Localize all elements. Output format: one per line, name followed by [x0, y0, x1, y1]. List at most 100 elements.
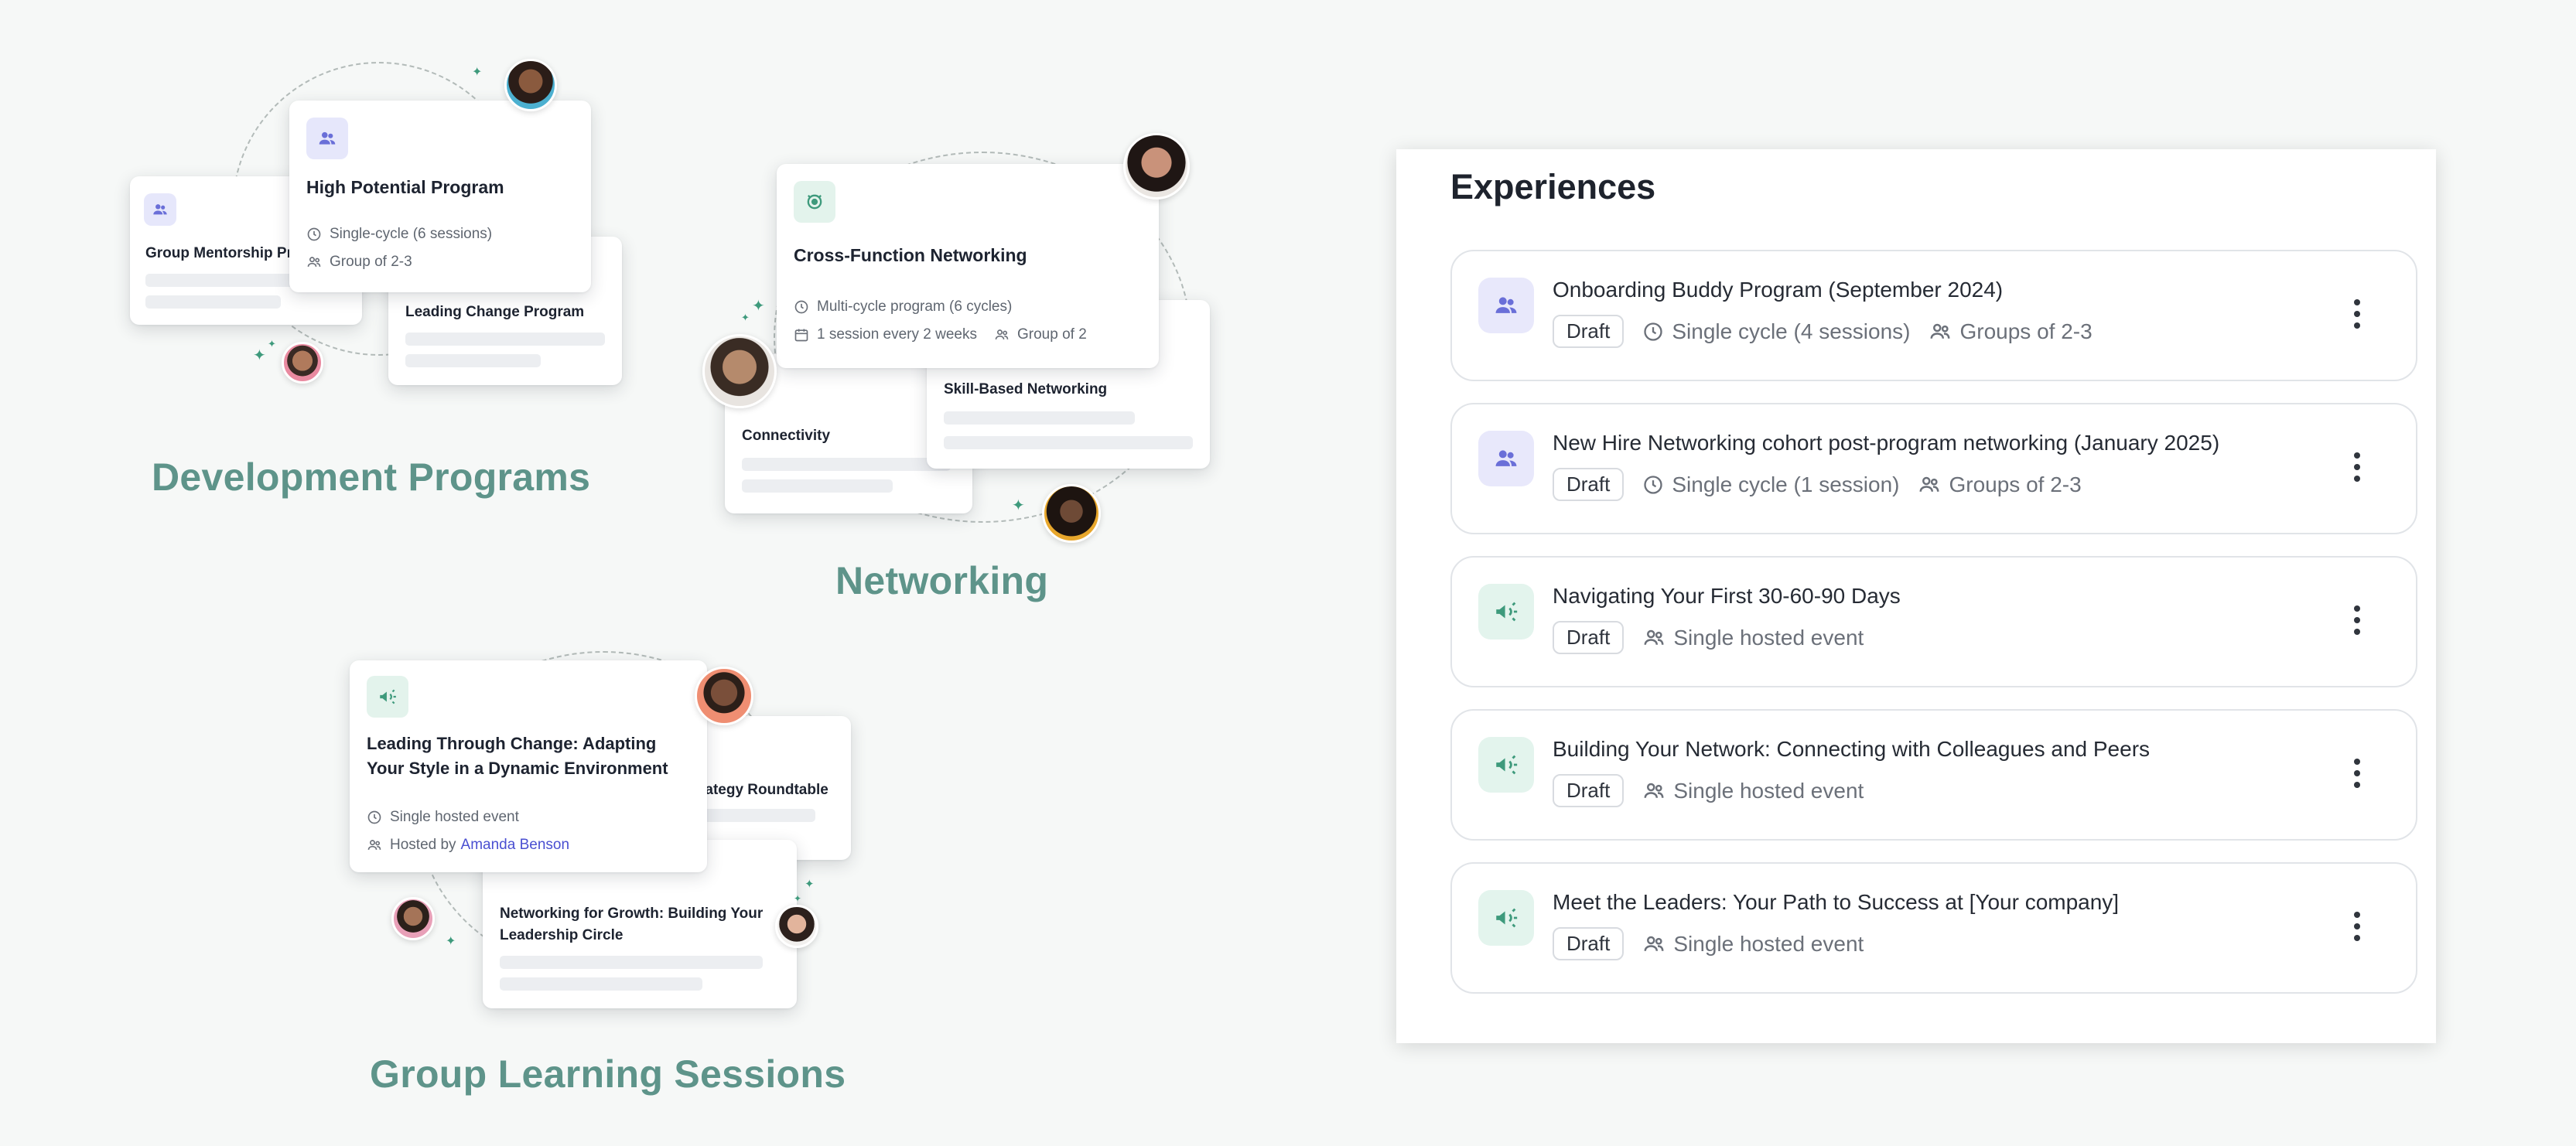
people-icon	[1478, 431, 1534, 486]
people-outline-icon	[307, 257, 321, 267]
section-label: Development Programs	[152, 455, 591, 499]
skeleton-line	[944, 411, 1135, 425]
cycle-meta: Single-cycle (6 sessions)	[306, 226, 492, 243]
status-badge: Draft	[1553, 774, 1625, 807]
experiences-panel: Experiences Onboarding Buddy Program (Se…	[1396, 149, 2436, 1043]
networking-icon	[794, 181, 835, 223]
event-text: Single hosted event	[1673, 931, 1864, 956]
skeleton-line	[145, 295, 281, 309]
group-meta: Groups of 2-3	[1918, 472, 2082, 497]
people-outline-icon	[1930, 323, 1950, 339]
avatar	[282, 342, 323, 384]
panel-title: Experiences	[1450, 167, 1656, 206]
experience-title: New Hire Networking cohort post-program …	[1553, 431, 2220, 455]
skeleton-line	[944, 436, 1193, 449]
skeleton-line	[699, 809, 815, 822]
event-meta: Single hosted event	[1642, 626, 1864, 650]
high-potential-card[interactable]: High Potential Program Single-cycle (6 s…	[289, 101, 591, 292]
status-badge: Draft	[1553, 927, 1625, 960]
more-options-icon[interactable]	[2352, 605, 2362, 635]
experience-title: Onboarding Buddy Program (September 2024…	[1553, 278, 2004, 302]
status-badge: Draft	[1553, 621, 1625, 654]
experience-row[interactable]: Building Your Network: Connecting with C…	[1450, 709, 2417, 841]
cross-function-card[interactable]: Cross-Function Networking Multi-cycle pr…	[777, 164, 1159, 368]
more-options-icon[interactable]	[2352, 299, 2362, 329]
sparkle-icon: ✦	[752, 298, 765, 315]
card-title: Networking for Growth: Building Your Lea…	[500, 906, 764, 943]
cycle-text: Multi-cycle program (6 cycles)	[817, 298, 1013, 315]
cycle-meta: Multi-cycle program (6 cycles)	[794, 298, 1012, 315]
experience-row[interactable]: Navigating Your First 30-60-90 Days Draft…	[1450, 556, 2417, 687]
card-title: High Potential Program	[306, 177, 504, 197]
experience-row[interactable]: New Hire Networking cohort post-program …	[1450, 403, 2417, 534]
avatar	[1042, 484, 1101, 543]
sparkle-icon: ✦	[472, 66, 483, 79]
avatar	[1123, 133, 1190, 200]
people-outline-icon	[995, 329, 1009, 339]
group-text: Group of 2-3	[330, 254, 412, 270]
megaphone-icon	[1478, 737, 1534, 793]
avatar	[504, 59, 557, 111]
card-title: Skill-Based Networking	[944, 381, 1108, 397]
people-outline-icon	[1644, 936, 1664, 951]
section-label: Networking	[835, 559, 1049, 602]
sparkle-icon: ✦	[805, 878, 815, 891]
event-meta: Single hosted event	[1642, 779, 1864, 803]
calendar-icon	[794, 329, 808, 342]
hosted-by-text: Hosted by	[390, 837, 456, 853]
skeleton-line	[742, 458, 951, 471]
people-icon	[1478, 278, 1534, 333]
people-icon	[144, 193, 176, 226]
event-meta: Single hosted event	[367, 809, 519, 826]
megaphone-icon	[367, 676, 408, 718]
skeleton-line	[500, 956, 763, 969]
frequency-meta: 1 session every 2 weeks Group of 2	[794, 326, 1087, 343]
experience-meta: Draft Single cycle (4 sessions) Groups of …	[1553, 315, 2093, 348]
event-meta: Single hosted event	[1642, 932, 1864, 957]
skeleton-line	[405, 333, 605, 346]
event-text: Single hosted event	[1673, 778, 1864, 803]
experience-meta: Draft Single hosted event	[1553, 774, 1864, 807]
people-outline-icon	[1644, 629, 1664, 645]
avatar	[695, 667, 753, 725]
leading-through-change-card[interactable]: Leading Through Change: Adapting Your St…	[350, 660, 707, 872]
experience-row[interactable]: Onboarding Buddy Program (September 2024…	[1450, 250, 2417, 381]
sparkle-icon: ✦	[253, 347, 266, 364]
sparkle-icon: ✦	[268, 338, 276, 350]
more-options-icon[interactable]	[2352, 452, 2362, 482]
people-outline-icon	[1919, 476, 1939, 492]
more-options-icon[interactable]	[2352, 759, 2362, 788]
people-outline-icon	[1644, 783, 1664, 798]
event-text: Single hosted event	[390, 809, 519, 825]
cycle-text: Single cycle (1 session)	[1672, 472, 1900, 496]
card-title: Cross-Function Networking	[794, 245, 1027, 265]
card-title: Connectivity	[742, 428, 831, 444]
cycle-meta: Single cycle (1 session)	[1642, 472, 1899, 497]
skeleton-line	[742, 479, 893, 493]
card-title: rategy Roundtable	[699, 782, 828, 798]
sparkle-icon: ✦	[741, 312, 750, 323]
avatar	[775, 905, 818, 948]
group-text: Groups of 2-3	[1959, 319, 2093, 343]
group-meta: Groups of 2-3	[1929, 319, 2093, 344]
megaphone-icon	[1478, 890, 1534, 946]
more-options-icon[interactable]	[2352, 912, 2362, 941]
sparkle-icon: ✦	[446, 935, 456, 948]
section-label: Group Learning Sessions	[370, 1052, 846, 1096]
skeleton-line	[500, 977, 702, 991]
host-meta: Hosted by Amanda Benson	[367, 837, 569, 854]
cycle-meta: Single cycle (4 sessions)	[1642, 319, 1910, 344]
card-title: Leading Through Change: Adapting Your St…	[367, 734, 668, 778]
event-text: Single hosted event	[1673, 625, 1864, 650]
sparkle-icon: ✦	[1012, 497, 1025, 514]
experience-row[interactable]: Meet the Leaders: Your Path to Success a…	[1450, 862, 2417, 994]
frequency-text: 1 session every 2 weeks	[817, 326, 977, 343]
status-badge: Draft	[1553, 315, 1625, 348]
clock-icon	[1644, 475, 1663, 494]
group-text: Groups of 2-3	[1949, 472, 2082, 496]
megaphone-icon	[1478, 584, 1534, 640]
people-icon	[306, 118, 348, 159]
host-link[interactable]: Amanda Benson	[461, 837, 570, 854]
cycle-text: Single cycle (4 sessions)	[1672, 319, 1911, 343]
experience-meta: Draft Single hosted event	[1553, 927, 1864, 960]
